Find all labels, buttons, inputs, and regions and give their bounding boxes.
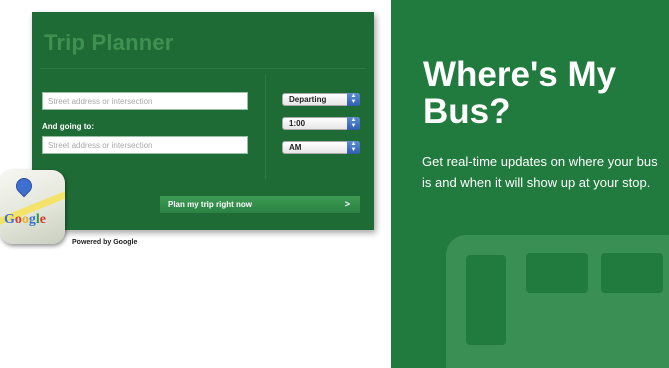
time-select[interactable]: 1:00 ▲ ▼ xyxy=(282,117,360,130)
bus-icon xyxy=(446,235,669,368)
ampm-value: AM xyxy=(289,143,302,152)
powered-by-google: Powered by Google xyxy=(72,239,138,246)
plan-trip-label: Plan my trip right now xyxy=(168,200,253,209)
destination-input[interactable] xyxy=(42,136,248,154)
google-maps-icon[interactable]: Google xyxy=(0,170,65,244)
chevron-right-icon: > xyxy=(344,199,350,209)
planner-vertical-divider xyxy=(265,74,266,179)
depart-mode-select[interactable]: Departing ▲ ▼ xyxy=(282,93,360,106)
select-arrows-icon: ▲ ▼ xyxy=(347,93,360,106)
select-arrows-icon: ▲ ▼ xyxy=(347,117,360,130)
time-value: 1:00 xyxy=(289,119,306,128)
depart-mode-value: Departing xyxy=(289,95,327,104)
wheres-my-bus-panel[interactable]: Where's My Bus? Get real-time updates on… xyxy=(391,0,669,368)
bus-panel-description: Get real-time updates on where your bus … xyxy=(422,154,658,190)
bus-panel-title: Where's My Bus? xyxy=(423,55,617,131)
map-pin-icon xyxy=(12,174,36,198)
trip-planner-panel: Trip Planner And going to: Departing ▲▼ … xyxy=(32,12,374,230)
plan-trip-button[interactable]: Plan my trip right now > xyxy=(160,196,360,213)
planner-divider xyxy=(40,68,366,69)
going-to-label: And going to: xyxy=(42,122,94,131)
planner-title: Trip Planner xyxy=(44,30,174,55)
select-arrows-icon: ▲ ▼ xyxy=(347,141,360,154)
ampm-select[interactable]: AM ▲ ▼ xyxy=(282,141,360,154)
google-logo-text: Google xyxy=(4,212,46,227)
origin-input[interactable] xyxy=(42,92,248,110)
